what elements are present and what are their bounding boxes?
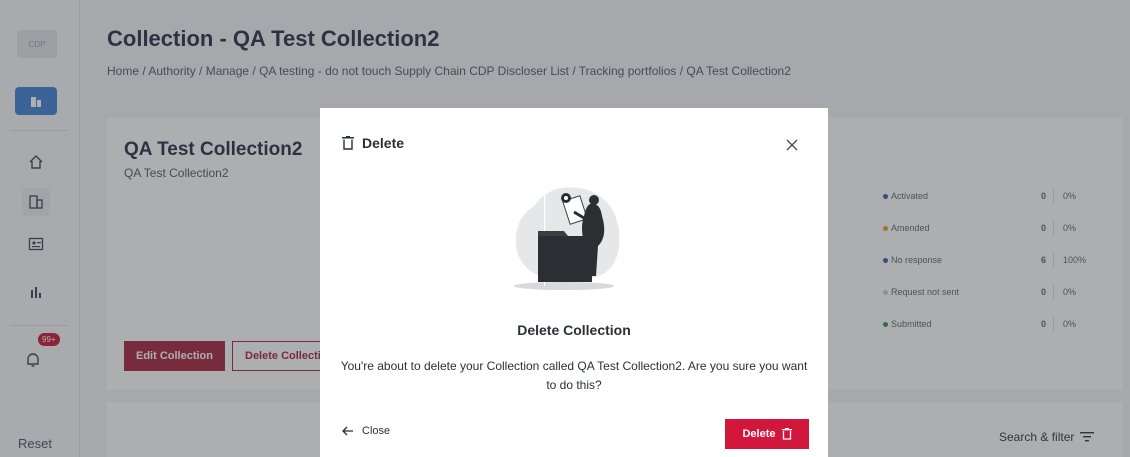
arrow-left-icon — [342, 426, 353, 436]
dialog-title: Delete Collection — [517, 322, 631, 338]
delete-dialog: Delete Delete Collection You're about to… — [320, 108, 828, 457]
close-button[interactable]: Close — [342, 425, 390, 437]
close-button-label: Close — [362, 425, 391, 437]
delete-illustration — [514, 187, 620, 290]
close-icon[interactable] — [782, 135, 802, 155]
dialog-message: You're about to delete your Collection c… — [340, 359, 808, 392]
dialog-header-title: Delete — [362, 135, 405, 151]
trash-icon — [342, 136, 354, 150]
trash-icon — [781, 428, 792, 440]
confirm-delete-button[interactable]: Delete — [725, 419, 809, 449]
dialog-header: Delete — [342, 135, 404, 151]
confirm-delete-label: Delete — [742, 428, 776, 440]
